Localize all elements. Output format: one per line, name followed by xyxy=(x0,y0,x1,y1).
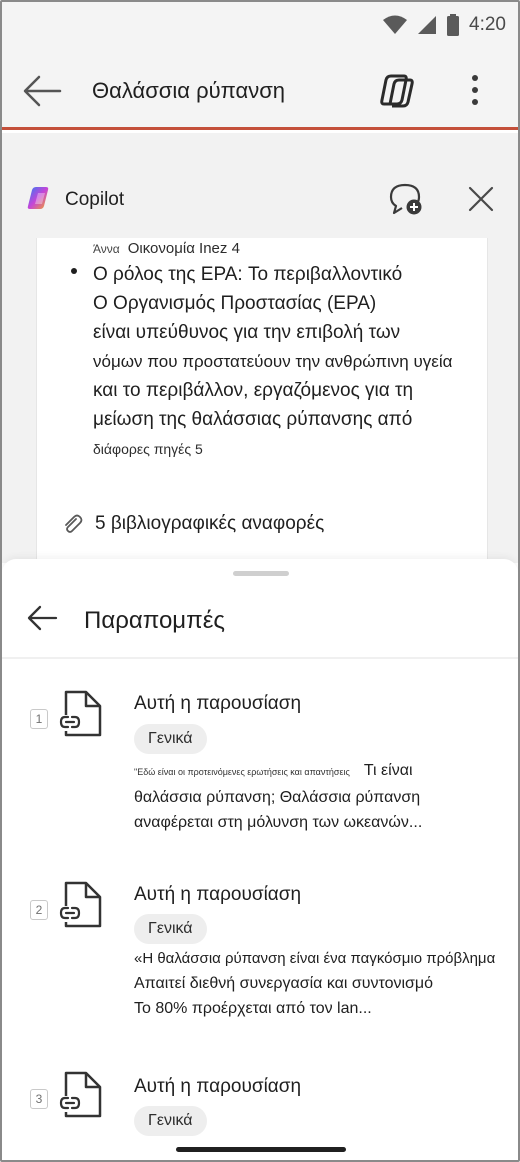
excerpt-line: «Η θαλάσσια ρύπανση είναι ένα παγκόσμιο … xyxy=(134,950,496,967)
back-arrow-icon[interactable] xyxy=(22,74,62,108)
copilot-title: Copilot xyxy=(65,189,125,210)
reference-tag: Γενικά xyxy=(134,724,207,754)
excerpt-line: θαλάσσια ρύπανση; Θαλάσσια ρύπανση xyxy=(134,789,421,806)
back-arrow-icon[interactable] xyxy=(26,604,58,632)
reference-title: Αυτή η παρουσίαση xyxy=(134,884,302,905)
bullet-dot xyxy=(71,268,77,274)
bullet-text: Ο ρόλος της EPA: Το περιβαλλοντικό Ο Οργ… xyxy=(93,260,513,464)
reference-excerpt: "Εδώ είναι οι προτεινόμενες ερωτήσεις κα… xyxy=(134,758,508,835)
copilot-toggle-icon[interactable] xyxy=(376,72,416,110)
reference-title: Αυτή η παρουσίαση xyxy=(134,693,302,714)
reference-number: 1 xyxy=(30,709,48,729)
copilot-header: Copilot xyxy=(2,162,518,238)
page-title: Θαλάσσια ρύπανση xyxy=(92,78,286,103)
copilot-logo-icon xyxy=(27,187,49,209)
new-chat-icon[interactable] xyxy=(388,182,424,216)
drag-handle[interactable] xyxy=(233,571,289,576)
wifi-icon xyxy=(383,15,408,34)
close-icon[interactable] xyxy=(466,184,496,214)
reference-number: 3 xyxy=(30,1089,48,1109)
bullet-source: διάφορες πηγές 5 xyxy=(93,441,203,457)
references-sheet: Παραπομπές 1 Αυτή η παρουσίαση Γενικά "Ε… xyxy=(2,559,518,1160)
battery-icon xyxy=(447,14,460,36)
bullet-line: και το περιβάλλον, εργαζόμενος για τη xyxy=(93,380,414,401)
reference-tag: Γενικά xyxy=(134,1106,207,1136)
reference-number: 2 xyxy=(30,900,48,920)
status-bar: 4:20 xyxy=(2,2,518,52)
bullet-line: μείωση της θαλάσσιας ρύπανσης από xyxy=(93,409,413,430)
linked-file-icon xyxy=(59,1071,102,1118)
reference-title: Αυτή η παρουσίαση xyxy=(134,1076,302,1097)
linked-file-icon xyxy=(59,690,102,737)
signal-icon xyxy=(418,16,437,34)
bullet-line: είναι υπεύθυνος για την επιβολή των xyxy=(93,322,401,343)
excerpt-line: Απαιτεί διεθνή συνεργασία και συντονισμό xyxy=(134,975,434,992)
paperclip-icon xyxy=(65,514,83,533)
bullet-line: νόμων που προστατεύουν την ανθρώπινη υγε… xyxy=(93,352,453,371)
references-toggle[interactable]: 5 βιβλιογραφικές αναφορές xyxy=(61,513,324,535)
linked-file-icon xyxy=(59,881,102,928)
excerpt-line: Τι είναι xyxy=(363,762,413,779)
bullet-line: Ο ρόλος της EPA: Το περιβαλλοντικό xyxy=(93,264,403,285)
copilot-response-card: Άννα Οικονομία Inez 4 Ο ρόλος της EPA: Το… xyxy=(36,238,488,563)
phone-frame: 4:20 Θαλάσσια ρύπανση Copilot Άννα Οικον… xyxy=(0,0,520,1162)
clock: 4:20 xyxy=(469,14,506,35)
bullet-line: Ο Οργανισμός Προστασίας (EPA) xyxy=(93,293,377,314)
app-bar: Θαλάσσια ρύπανση xyxy=(2,52,518,130)
source-prefix: Άννα xyxy=(93,242,120,256)
source-line: Άννα Οικονομία Inez 4 xyxy=(93,240,240,257)
reference-item[interactable]: 1 Αυτή η παρουσίαση Γενικά "Εδώ είναι οι… xyxy=(2,684,518,854)
reference-tag: Γενικά xyxy=(134,914,207,944)
reference-item[interactable]: 2 Αυτή η παρουσίαση Γενικά «Η θαλάσσια ρ… xyxy=(2,874,518,1044)
sheet-title: Παραπομπές xyxy=(84,607,225,634)
excerpt-prefix: "Εδώ είναι οι προτεινόμενες ερωτήσεις κα… xyxy=(134,767,350,777)
excerpt-line: αναφέρεται στη μόλυνση των ωκεανών... xyxy=(134,814,423,831)
excerpt-line: Το 80% προέρχεται από τον lan... xyxy=(134,1000,372,1017)
divider xyxy=(2,657,518,659)
home-indicator[interactable] xyxy=(176,1147,346,1152)
source-name: Οικονομία Inez 4 xyxy=(127,240,240,257)
references-count: 5 βιβλιογραφικές αναφορές xyxy=(95,513,325,534)
reference-excerpt: «Η θαλάσσια ρύπανση είναι ένα παγκόσμιο … xyxy=(134,946,508,1021)
more-options-icon[interactable] xyxy=(460,70,490,110)
